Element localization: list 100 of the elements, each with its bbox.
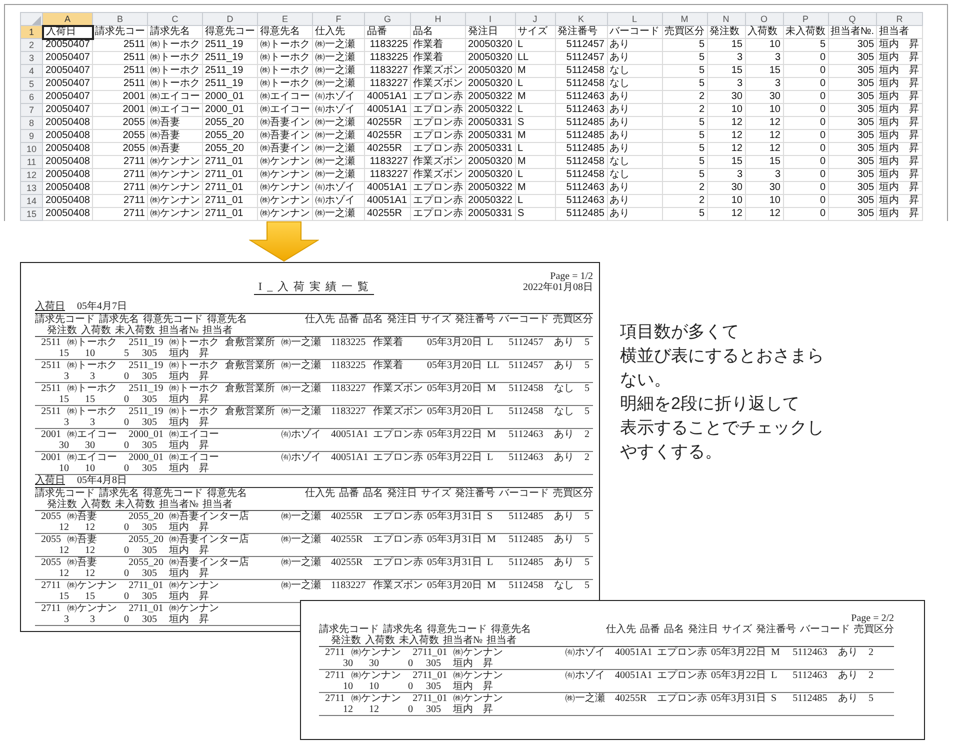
- sheet-cell[interactable]: ㈱一之瀬: [312, 116, 364, 130]
- column-header[interactable]: B: [92, 12, 148, 26]
- sheet-cell[interactable]: 305: [828, 104, 877, 116]
- sheet-cell[interactable]: 担当者: [876, 26, 923, 38]
- sheet-cell[interactable]: 5112458: [555, 168, 607, 182]
- sheet-cell[interactable]: 20050320: [466, 168, 515, 182]
- sheet-cell[interactable]: 20050407: [42, 38, 92, 52]
- row-header[interactable]: 5: [20, 78, 42, 90]
- sheet-cell[interactable]: LL: [515, 52, 555, 64]
- sheet-cell[interactable]: 20050322: [466, 90, 515, 104]
- sheet-cell[interactable]: 15: [707, 156, 745, 168]
- sheet-cell[interactable]: 担当者№.: [828, 26, 877, 38]
- sheet-cell[interactable]: あり: [607, 116, 662, 130]
- sheet-cell[interactable]: 0: [783, 104, 828, 116]
- column-header[interactable]: G: [364, 12, 410, 26]
- row-header[interactable]: 1: [20, 26, 42, 38]
- sheet-cell[interactable]: 発注番号: [555, 26, 607, 38]
- sheet-cell[interactable]: 20050408: [42, 208, 92, 220]
- sheet-cell[interactable]: 0: [783, 208, 828, 220]
- sheet-cell[interactable]: 5: [662, 156, 707, 168]
- sheet-cell[interactable]: ㈱トーホク: [148, 38, 202, 52]
- sheet-cell[interactable]: ㈱ケンナン: [148, 208, 202, 220]
- sheet-cell[interactable]: あり: [607, 90, 662, 104]
- column-header[interactable]: E: [258, 12, 312, 26]
- column-header[interactable]: P: [783, 12, 828, 26]
- sheet-cell[interactable]: ㈱吾妻: [148, 130, 202, 142]
- sheet-cell[interactable]: ㈱トーホク: [258, 64, 312, 78]
- sheet-cell[interactable]: 20050320: [466, 78, 515, 90]
- sheet-cell[interactable]: 305: [828, 168, 877, 182]
- sheet-cell[interactable]: あり: [607, 104, 662, 116]
- sheet-cell[interactable]: 2511_19: [202, 38, 258, 52]
- sheet-cell[interactable]: 5112485: [555, 116, 607, 130]
- sheet-cell[interactable]: 2: [662, 182, 707, 194]
- sheet-cell[interactable]: ㈱吾妻イン: [258, 130, 312, 142]
- sheet-cell[interactable]: 垣内 昇: [876, 208, 923, 220]
- sheet-cell[interactable]: エプロン赤: [410, 90, 466, 104]
- sheet-cell[interactable]: 20050331: [466, 116, 515, 130]
- sheet-cell[interactable]: 5112458: [555, 78, 607, 90]
- sheet-cell[interactable]: 20050408: [42, 142, 92, 156]
- sheet-cell[interactable]: 垣内 昇: [876, 104, 923, 116]
- sheet-cell[interactable]: ㈱ケンナン: [148, 156, 202, 168]
- sheet-cell[interactable]: ㈱一之瀬: [312, 52, 364, 64]
- sheet-cell[interactable]: L: [515, 142, 555, 156]
- sheet-cell[interactable]: 2: [662, 194, 707, 208]
- sheet-cell[interactable]: 請求先名: [148, 26, 202, 38]
- sheet-cell[interactable]: 5: [783, 38, 828, 52]
- sheet-cell[interactable]: ㈱吾妻イン: [258, 116, 312, 130]
- row-header[interactable]: 4: [20, 64, 42, 78]
- sheet-cell[interactable]: 1183227: [364, 64, 410, 78]
- sheet-cell[interactable]: 1183225: [364, 52, 410, 64]
- sheet-cell[interactable]: ㈱一之瀬: [312, 142, 364, 156]
- sheet-cell[interactable]: ㈱ケンナン: [148, 168, 202, 182]
- sheet-cell[interactable]: 作業着: [410, 38, 466, 52]
- sheet-cell[interactable]: 20050322: [466, 182, 515, 194]
- sheet-cell[interactable]: 20050408: [42, 194, 92, 208]
- sheet-cell[interactable]: あり: [607, 208, 662, 220]
- sheet-cell[interactable]: 40255R: [364, 116, 410, 130]
- sheet-cell[interactable]: 5112457: [555, 38, 607, 52]
- sheet-cell[interactable]: 20050320: [466, 52, 515, 64]
- sheet-cell[interactable]: ㈱ケンナン: [258, 168, 312, 182]
- sheet-cell[interactable]: あり: [607, 38, 662, 52]
- sheet-cell[interactable]: S: [515, 116, 555, 130]
- sheet-cell[interactable]: 30: [745, 182, 783, 194]
- sheet-cell[interactable]: 2055: [92, 142, 148, 156]
- sheet-cell[interactable]: 1183227: [364, 78, 410, 90]
- sheet-cell[interactable]: ㈱一之瀬: [312, 78, 364, 90]
- sheet-cell[interactable]: エプロン赤: [410, 182, 466, 194]
- row-header[interactable]: 10: [20, 142, 42, 156]
- sheet-cell[interactable]: 作業ズボン: [410, 168, 466, 182]
- sheet-cell[interactable]: ㈱吾妻: [148, 142, 202, 156]
- column-header[interactable]: H: [410, 12, 466, 26]
- sheet-cell[interactable]: 305: [828, 194, 877, 208]
- sheet-cell[interactable]: バーコード: [607, 26, 662, 38]
- sheet-cell[interactable]: エプロン赤: [410, 130, 466, 142]
- sheet-cell[interactable]: 5112458: [555, 64, 607, 78]
- sheet-cell[interactable]: 2711_01: [202, 208, 258, 220]
- sheet-cell[interactable]: 品名: [410, 26, 466, 38]
- sheet-cell[interactable]: 30: [745, 90, 783, 104]
- sheet-cell[interactable]: 3: [745, 168, 783, 182]
- column-header[interactable]: Q: [828, 12, 877, 26]
- sheet-cell[interactable]: 5: [662, 208, 707, 220]
- sheet-cell[interactable]: 305: [828, 130, 877, 142]
- sheet-cell[interactable]: 305: [828, 208, 877, 220]
- row-header[interactable]: 6: [20, 90, 42, 104]
- sheet-cell[interactable]: 20050320: [466, 64, 515, 78]
- sheet-cell[interactable]: 20050407: [42, 90, 92, 104]
- sheet-cell[interactable]: 40255R: [364, 208, 410, 220]
- sheet-cell[interactable]: 12: [745, 142, 783, 156]
- sheet-cell[interactable]: 12: [707, 130, 745, 142]
- sheet-cell[interactable]: あり: [607, 52, 662, 64]
- sheet-cell[interactable]: 5112485: [555, 208, 607, 220]
- sheet-cell[interactable]: M: [515, 130, 555, 142]
- sheet-cell[interactable]: 0: [783, 182, 828, 194]
- sheet-cell[interactable]: 20050322: [466, 194, 515, 208]
- sheet-cell[interactable]: 20050320: [466, 38, 515, 52]
- sheet-cell[interactable]: 20050407: [42, 64, 92, 78]
- sheet-cell[interactable]: ㈱エイコー: [258, 90, 312, 104]
- sheet-cell[interactable]: 2711: [92, 194, 148, 208]
- sheet-cell[interactable]: 15: [745, 64, 783, 78]
- row-header[interactable]: 11: [20, 156, 42, 168]
